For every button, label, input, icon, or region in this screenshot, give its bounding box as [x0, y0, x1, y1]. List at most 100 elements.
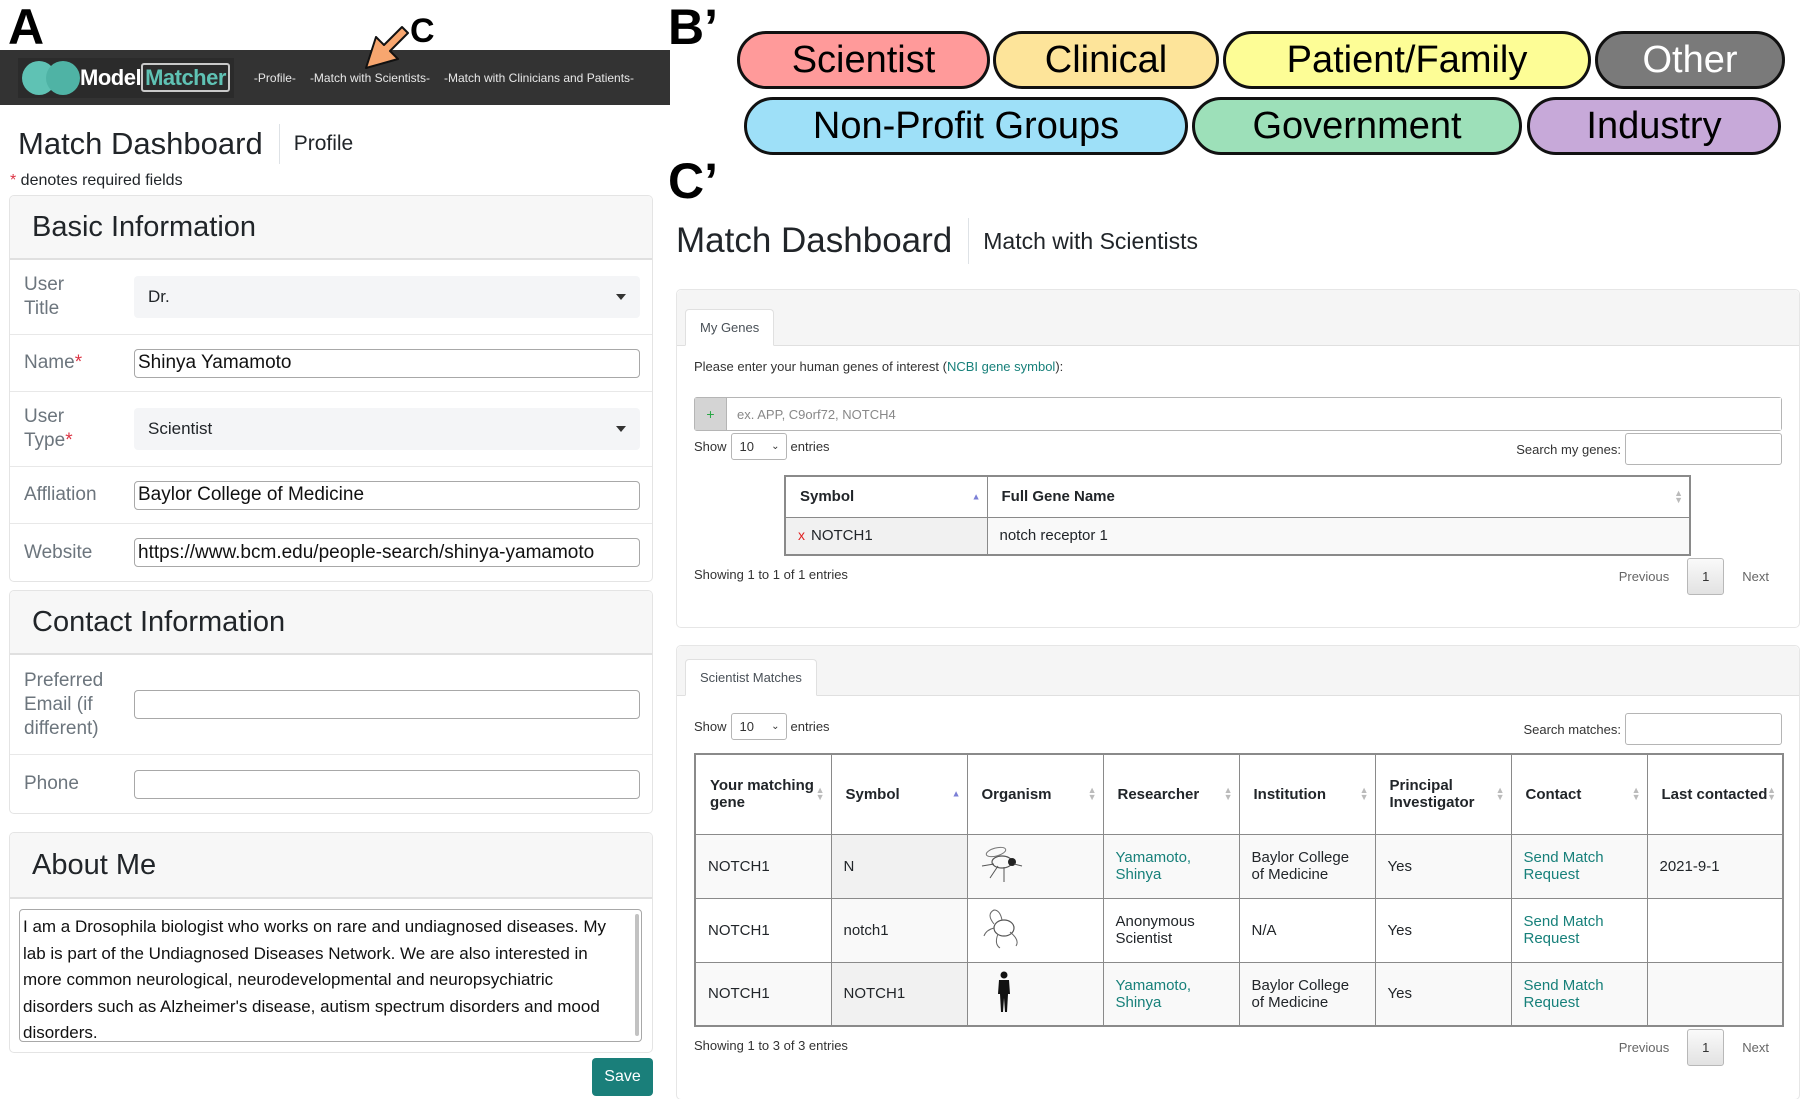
- pi-cell: Yes: [1374, 961, 1512, 1027]
- send-match-request-link[interactable]: Send Match Request: [1524, 849, 1604, 883]
- column-header-label: Last contacted: [1661, 785, 1768, 803]
- previous-page-button[interactable]: Previous: [1619, 1040, 1670, 1055]
- column-header-institution[interactable]: Institution ▲ ▼: [1238, 753, 1376, 835]
- plus-icon: +: [706, 406, 715, 422]
- logo-circles-icon: [22, 60, 80, 95]
- genes-page-length-select[interactable]: 10 ⌄: [730, 433, 787, 460]
- email-row: Preferred Email (if different): [10, 655, 652, 755]
- gene-input[interactable]: [727, 398, 1781, 430]
- page-1-button[interactable]: 1: [1687, 558, 1725, 595]
- page-1-button[interactable]: 1: [1687, 1029, 1725, 1066]
- ncbi-gene-symbol-link[interactable]: NCBI gene symbol: [947, 359, 1055, 374]
- matches-length-control: Show 10 ⌄ entries: [694, 713, 830, 740]
- required-note-text: denotes required fields: [16, 172, 183, 189]
- researcher-link[interactable]: Yamamoto, Shinya: [1116, 849, 1192, 883]
- column-header-researcher[interactable]: Researcher ▲ ▼: [1102, 753, 1240, 835]
- column-header-label: Symbol: [845, 785, 900, 803]
- save-button[interactable]: Save: [592, 1058, 653, 1096]
- user-type-pill-scientist: Scientist: [737, 31, 990, 89]
- about-me-textarea[interactable]: I am a Drosophila biologist who works on…: [19, 909, 642, 1042]
- nav-profile-link[interactable]: -Profile-: [254, 71, 296, 85]
- next-page-button[interactable]: Next: [1742, 569, 1769, 584]
- user-type-label-2: Type: [24, 430, 66, 451]
- researcher-cell: Yamamoto, Shinya: [1102, 833, 1240, 899]
- textarea-scrollbar[interactable]: [635, 914, 639, 1036]
- table-row: x NOTCH1 notch receptor 1: [784, 516, 1691, 556]
- matching-gene-cell: NOTCH1: [694, 833, 832, 899]
- match-page-title: Match Dashboard: [676, 218, 970, 264]
- nav-match-scientists-link[interactable]: -Match with Scientists-: [310, 71, 430, 85]
- user-title-select[interactable]: Dr.: [134, 276, 640, 318]
- column-header-full-gene-name[interactable]: Full Gene Name ▲ ▼: [986, 475, 1691, 518]
- pill-label: Patient/Family: [1286, 38, 1528, 81]
- contact-cell: Send Match Request: [1510, 897, 1648, 963]
- user-type-value: Scientist: [148, 419, 213, 438]
- genes-table-info: Showing 1 to 1 of 1 entries: [694, 567, 848, 582]
- user-type-pill-industry: Industry: [1527, 97, 1781, 155]
- column-header-symbol[interactable]: Symbol ▲: [784, 475, 988, 518]
- column-header-your-matching-gene[interactable]: Your matching gene ▲ ▼: [694, 753, 832, 835]
- column-header-contact[interactable]: Contact ▲ ▼: [1510, 753, 1648, 835]
- about-me-header: About Me: [10, 833, 652, 899]
- search-genes-input[interactable]: [1625, 433, 1782, 465]
- column-header-label: Symbol: [800, 488, 855, 506]
- column-header-symbol[interactable]: Symbol ▲: [830, 753, 968, 835]
- previous-page-button[interactable]: Previous: [1619, 569, 1670, 584]
- send-match-request-link[interactable]: Send Match Request: [1524, 977, 1604, 1011]
- remove-gene-icon[interactable]: x: [798, 527, 805, 543]
- gene-prompt-text: Please enter your human genes of interes…: [694, 359, 947, 374]
- sort-both-icon: ▲ ▼: [1495, 785, 1505, 803]
- scientist-matches-table: Your matching gene ▲ ▼ Symbol ▲ Organism ▲ ▼ …: [694, 753, 1784, 1027]
- search-matches-input[interactable]: [1625, 713, 1782, 745]
- matches-page-length-select[interactable]: 10 ⌄: [730, 713, 787, 740]
- column-header-last-contacted[interactable]: Last contacted ▲ ▼: [1646, 753, 1784, 835]
- email-field[interactable]: [134, 690, 640, 719]
- pill-label: Other: [1642, 38, 1738, 81]
- column-header-principal-investigator[interactable]: Principal Investigator ▲ ▼: [1374, 753, 1512, 835]
- contact-information-header: Contact Information: [10, 591, 652, 655]
- column-header-organism[interactable]: Organism ▲ ▼: [966, 753, 1104, 835]
- name-field[interactable]: [134, 348, 640, 378]
- name-label: Name: [24, 352, 75, 373]
- researcher-cell: Anonymous Scientist: [1102, 897, 1240, 963]
- required-fields-note: * denotes required fields: [10, 172, 183, 190]
- user-type-select[interactable]: Scientist: [134, 408, 640, 450]
- matches-search: Search matches:: [1523, 713, 1782, 745]
- user-type-pill-patient-family: Patient/Family: [1223, 31, 1591, 89]
- sort-both-icon: ▲ ▼: [1223, 785, 1233, 803]
- page-subtitle: Profile: [293, 132, 354, 155]
- scientist-matches-card: Scientist Matches Show 10 ⌄ entries Searc…: [676, 645, 1800, 1099]
- navbar: Model Matcher -Profile- -Match with Scien…: [0, 50, 670, 105]
- affiliation-field[interactable]: [134, 480, 640, 510]
- sort-asc-icon: ▲: [971, 491, 981, 502]
- user-type-pill-other: Other: [1595, 31, 1785, 89]
- logo-text-model: Model: [80, 64, 142, 90]
- sort-both-icon: ▲ ▼: [1087, 785, 1097, 803]
- website-field[interactable]: [134, 538, 640, 567]
- about-me-card: About Me I am a Drosophila biologist who…: [9, 832, 653, 1053]
- affiliation-label: Affliation: [24, 484, 97, 505]
- phone-field[interactable]: [134, 769, 640, 799]
- symbol-cell: notch1: [830, 897, 968, 963]
- last-contacted-cell: [1646, 961, 1784, 1027]
- gene-name-cell: notch receptor 1: [986, 516, 1691, 556]
- send-match-request-link[interactable]: Send Match Request: [1524, 913, 1604, 947]
- contact-cell: Send Match Request: [1510, 961, 1648, 1027]
- tab-scientist-matches[interactable]: Scientist Matches: [685, 659, 817, 696]
- add-gene-button[interactable]: +: [695, 398, 727, 430]
- human-icon: [997, 971, 1010, 1012]
- researcher-link[interactable]: Yamamoto, Shinya: [1116, 977, 1192, 1011]
- nav-match-clinicians-link[interactable]: -Match with Clinicians and Patients-: [444, 71, 634, 85]
- gene-symbol-cell: x NOTCH1: [784, 516, 988, 556]
- column-header-label: Organism: [981, 785, 1052, 803]
- chevron-down-icon: [616, 294, 626, 300]
- institution-cell: N/A: [1238, 897, 1376, 963]
- contact-information-card: Contact Information Preferred Email (if di…: [9, 590, 653, 814]
- next-page-button[interactable]: Next: [1742, 1040, 1769, 1055]
- modelmatcher-logo[interactable]: Model Matcher: [18, 57, 234, 98]
- sort-asc-icon: ▲: [951, 788, 961, 799]
- sort-both-icon: ▲ ▼: [1767, 785, 1776, 803]
- last-contacted-cell: 2021-9-1: [1646, 833, 1784, 899]
- user-type-label-1: User: [24, 406, 65, 427]
- tab-my-genes[interactable]: My Genes: [685, 309, 775, 346]
